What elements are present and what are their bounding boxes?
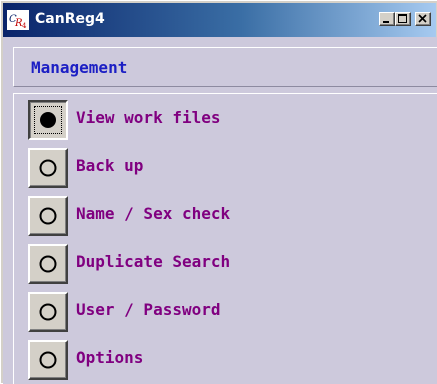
maximize-icon	[398, 14, 407, 23]
radio-empty-icon	[39, 207, 57, 225]
menu-item-label: Duplicate Search	[76, 252, 231, 271]
minimize-icon	[383, 21, 389, 23]
radio-empty-icon	[39, 255, 57, 273]
menu-item-label: Back up	[76, 156, 144, 175]
maximize-button[interactable]	[395, 12, 411, 26]
menu-item-label: Name / Sex check	[76, 204, 231, 223]
app-window: C R 4 CanReg4 Management View work files…	[0, 0, 437, 384]
menu-item-options[interactable]: Options	[28, 340, 428, 380]
title-bar[interactable]: C R 4 CanReg4	[3, 3, 436, 37]
menu-item-label: Options	[76, 348, 144, 367]
minimize-button[interactable]	[379, 12, 395, 26]
menu-item-label: View work files	[76, 108, 221, 127]
menu-item-user-password[interactable]: User / Password	[28, 292, 428, 332]
svg-text:4: 4	[22, 22, 27, 29]
menu-item-name-sex-check[interactable]: Name / Sex check	[28, 196, 428, 236]
close-icon	[418, 14, 427, 23]
radio-empty-icon	[39, 303, 57, 321]
radio-button[interactable]	[28, 244, 68, 284]
radio-button[interactable]	[28, 100, 68, 140]
menu-panel: View work files Back up Name / Sex check	[13, 93, 437, 384]
menu-item-back-up[interactable]: Back up	[28, 148, 428, 188]
radio-empty-icon	[39, 159, 57, 177]
canreg-app-icon[interactable]: C R 4	[7, 10, 29, 30]
radio-button[interactable]	[28, 340, 68, 380]
radio-button[interactable]	[28, 148, 68, 188]
radio-button[interactable]	[28, 196, 68, 236]
radio-empty-icon	[39, 351, 57, 369]
menu-item-view-work-files[interactable]: View work files	[28, 100, 428, 140]
management-header: Management	[13, 47, 437, 87]
radio-button[interactable]	[28, 292, 68, 332]
section-title: Management	[31, 58, 128, 77]
menu-item-duplicate-search[interactable]: Duplicate Search	[28, 244, 428, 284]
close-button[interactable]	[415, 12, 431, 26]
radio-filled-icon	[40, 112, 56, 128]
client-area: Management View work files Back up Name …	[3, 37, 437, 384]
menu-item-label: User / Password	[76, 300, 221, 319]
window-title: CanReg4	[35, 11, 105, 27]
